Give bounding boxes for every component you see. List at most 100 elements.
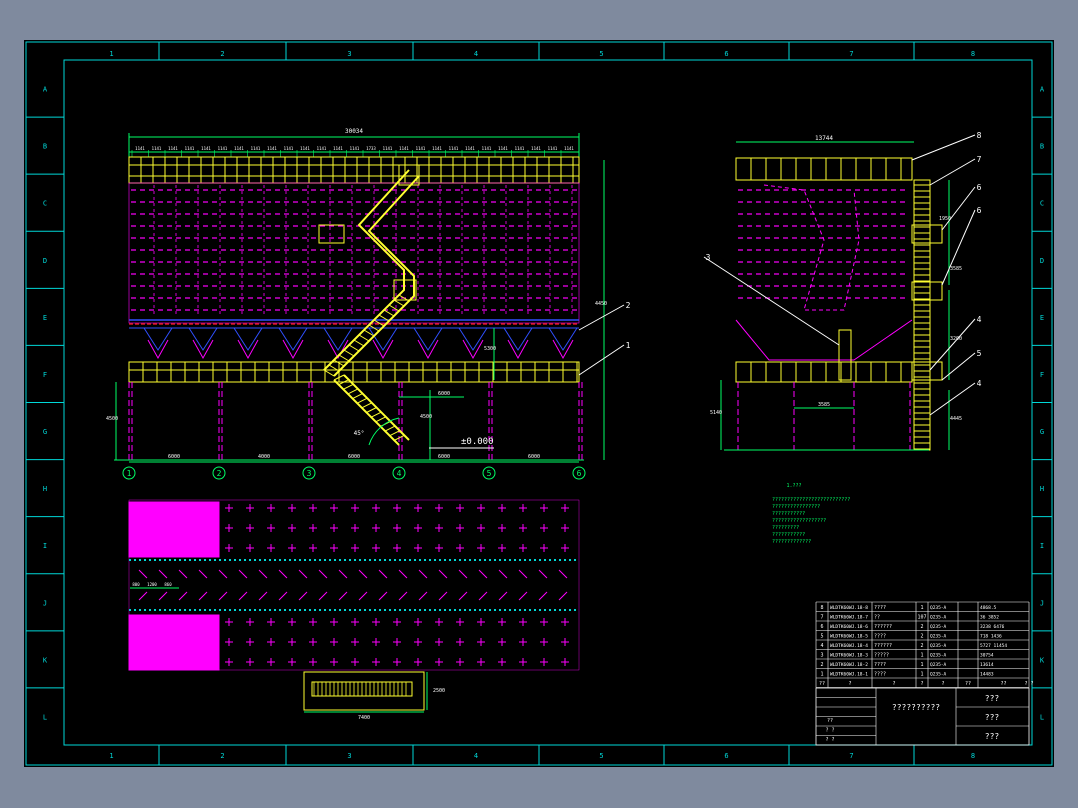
plan-mark <box>498 569 508 579</box>
axis-label: 3 <box>307 469 312 478</box>
bom-code: WLDTK60WJ.18-6 <box>830 624 868 630</box>
side-callout: 5 <box>977 349 982 358</box>
top-spacing: 1141 <box>531 146 541 151</box>
hopper-flow <box>278 327 308 351</box>
side-width-dim-label: 3585 <box>818 402 830 408</box>
top-spacing: 1141 <box>432 146 442 151</box>
bom-material: Q235-A <box>930 643 947 649</box>
bom-qty: 1 <box>920 653 923 659</box>
grid-row-label: B <box>1040 143 1044 151</box>
notes-line: ??????????? <box>772 511 805 517</box>
stair-step <box>338 354 350 362</box>
grid-col-label: 2 <box>220 50 224 58</box>
bom-name: ????? <box>874 653 889 659</box>
grid-col-label: 6 <box>724 752 728 760</box>
stair-step <box>347 388 359 395</box>
detail-height: 2500 <box>433 688 445 694</box>
grid-row-label: H <box>43 485 47 493</box>
top-spacing: 1141 <box>564 146 574 151</box>
bom-code: WLDTK60WJ.18-3 <box>830 653 868 659</box>
bom-qty: 2 <box>920 643 923 649</box>
cad-drawing: 1 1 2 2 3 3 4 4 5 5 6 6 7 7 8 8 A A B B C C D D E E F F G G H H I I J J K K L L… <box>25 41 1053 766</box>
plan-small-dim-label: 860 <box>164 582 172 587</box>
notes-title: 1.??? <box>786 483 801 489</box>
bom-name: ???? <box>874 634 886 640</box>
top-spacing: 1141 <box>185 146 195 151</box>
bom-header: ? <box>892 681 895 687</box>
notes-line: ???????????????? <box>772 504 820 510</box>
bom-header: ? <box>941 681 944 687</box>
grid-row-label: D <box>1040 257 1044 265</box>
top-spacing: 1141 <box>482 146 492 151</box>
side-callout: 4 <box>977 315 982 324</box>
bom-code: WLDTK60WJ.18-7 <box>830 615 868 621</box>
bom-weight: 13614 <box>980 662 994 668</box>
bom-qty: 1 <box>920 605 923 611</box>
leader <box>578 304 625 331</box>
hopper <box>147 339 169 360</box>
grid-row-label: A <box>1040 86 1045 94</box>
side-leader <box>911 134 976 161</box>
grid-row-label: C <box>43 200 47 208</box>
plan-mark <box>138 569 148 579</box>
title-block-left: ? ? <box>825 737 834 743</box>
side-landing <box>911 224 943 244</box>
title-block-right: ??? <box>985 694 1000 703</box>
grid-row-label: J <box>43 599 47 607</box>
bom-name: ?????? <box>874 624 892 630</box>
side-callout: 8 <box>977 131 982 140</box>
stair-step <box>353 339 365 347</box>
grid-row-label: J <box>1040 599 1044 607</box>
hopper <box>372 339 394 360</box>
grid-col-label: 8 <box>971 752 975 760</box>
hopper-flow <box>548 327 578 351</box>
plan-hatch <box>128 614 220 671</box>
plan-mark <box>318 591 328 601</box>
axis-label: 5 <box>487 469 492 478</box>
bay-dim: 4000 <box>258 454 270 460</box>
grid-row-label: G <box>1040 428 1044 436</box>
plan-hatch <box>128 501 220 558</box>
title-block-title: ?????????? <box>892 703 940 712</box>
side-hopper <box>735 319 913 361</box>
top-spacing: 1141 <box>201 146 211 151</box>
bom-no: 7 <box>820 615 823 621</box>
bom-weight: 5727 11454 <box>980 643 1007 649</box>
side-callout: 4 <box>977 379 982 388</box>
plan-mark <box>458 591 468 601</box>
top-spacing: 1141 <box>300 146 310 151</box>
grid-row-label: E <box>43 314 47 322</box>
bom-header: ? <box>920 681 923 687</box>
plan-mark <box>258 591 268 601</box>
grid-row-label: B <box>43 143 47 151</box>
side-leader <box>703 256 840 346</box>
plan-mark <box>258 569 268 579</box>
bay-dim: 6000 <box>528 454 540 460</box>
stair-step <box>375 416 387 423</box>
plan-mark <box>338 569 348 579</box>
bom-name: ?????? <box>874 643 892 649</box>
hopper-flow <box>188 327 218 351</box>
bom-weight: 30754 <box>980 653 994 659</box>
grid-row-label: C <box>1040 200 1044 208</box>
level-dim-label: 4450 <box>595 301 607 307</box>
grid-col-label: 5 <box>599 50 603 58</box>
grid-row-label: A <box>43 86 48 94</box>
stair-step <box>343 383 354 390</box>
bom-header: ?? <box>965 681 971 687</box>
angle-label: 45° <box>354 430 365 437</box>
callout: 2 <box>626 301 631 310</box>
plan-mark <box>378 591 388 601</box>
plan-mark <box>278 591 288 601</box>
top-spacing: 1141 <box>515 146 525 151</box>
plan-mark <box>398 569 408 579</box>
bom-qty: 1 <box>920 662 923 668</box>
side-leader <box>929 318 976 371</box>
side-height-label: 4445 <box>950 416 962 422</box>
notes-line: ??????????? <box>772 532 805 538</box>
plan-mark <box>158 569 168 579</box>
hopper <box>237 339 259 360</box>
top-spacing: 1141 <box>267 146 277 151</box>
plan-mark <box>418 591 428 601</box>
notes-line: ????????????? <box>772 539 811 545</box>
